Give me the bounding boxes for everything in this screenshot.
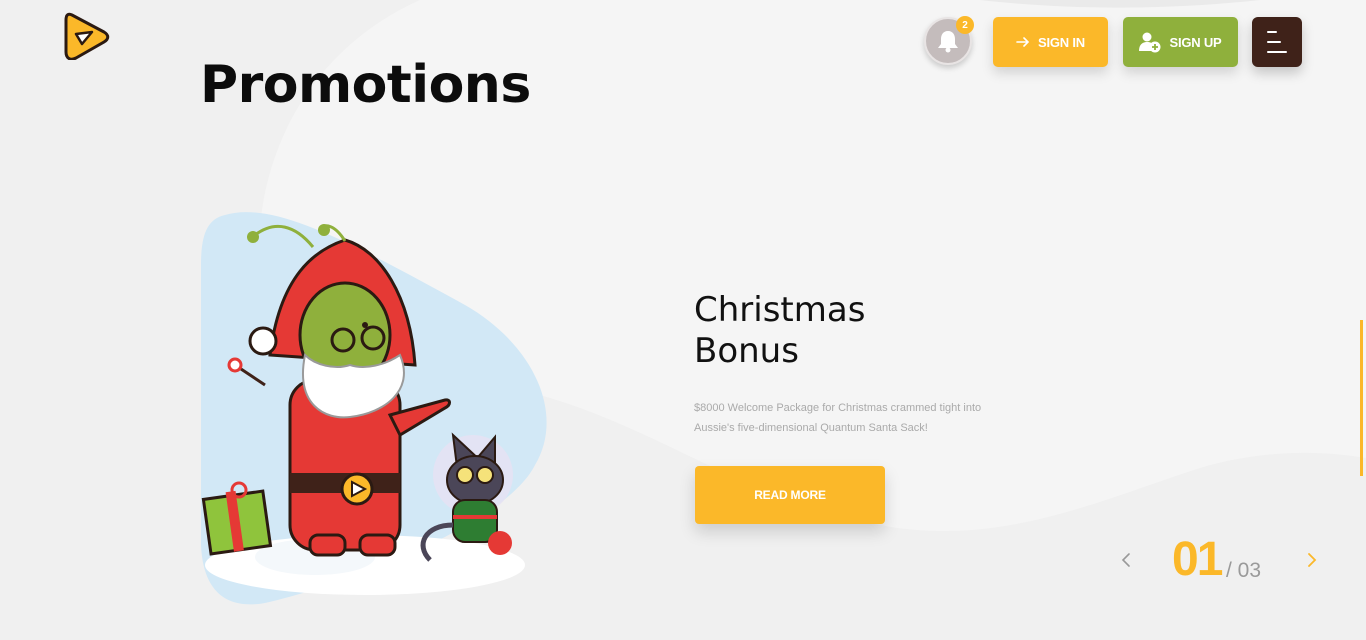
chevron-left-icon <box>1121 553 1130 567</box>
christmas-bonus-illustration <box>201 212 547 605</box>
promo-title: Christmas Bonus <box>694 290 954 372</box>
slide-total-number: / 03 <box>1226 559 1262 582</box>
promo-description: $8000 Welcome Package for Christmas cram… <box>694 398 1054 438</box>
sign-up-button[interactable]: SIGN UP <box>1123 17 1238 67</box>
promo-description-line-2: Aussie's five-dimensional Quantum Santa … <box>694 422 928 434</box>
sign-in-label: SIGN IN <box>1038 34 1085 50</box>
promo-description-line-1: $8000 Welcome Package for Christmas cram… <box>694 402 982 414</box>
slide-current-number: 01 <box>1172 533 1223 586</box>
chevron-right-icon <box>1308 553 1317 567</box>
site-logo[interactable] <box>64 12 110 61</box>
sign-in-button[interactable]: SIGN IN <box>993 17 1108 67</box>
arrow-right-icon <box>1016 37 1030 47</box>
scroll-indicator[interactable] <box>1360 320 1363 476</box>
read-more-button[interactable]: READ MORE <box>695 466 885 524</box>
sign-up-label: SIGN UP <box>1169 34 1222 50</box>
add-user-icon <box>1139 32 1161 53</box>
hamburger-menu-button[interactable] <box>1252 17 1302 67</box>
bell-icon <box>938 31 958 53</box>
next-slide-button[interactable] <box>1300 546 1324 574</box>
promo-title-line-1: Christmas <box>694 290 866 330</box>
previous-slide-button[interactable] <box>1114 546 1138 574</box>
promo-title-line-2: Bonus <box>694 331 799 371</box>
page-title: Promotions <box>200 55 531 115</box>
notification-count-badge: 2 <box>956 16 974 34</box>
